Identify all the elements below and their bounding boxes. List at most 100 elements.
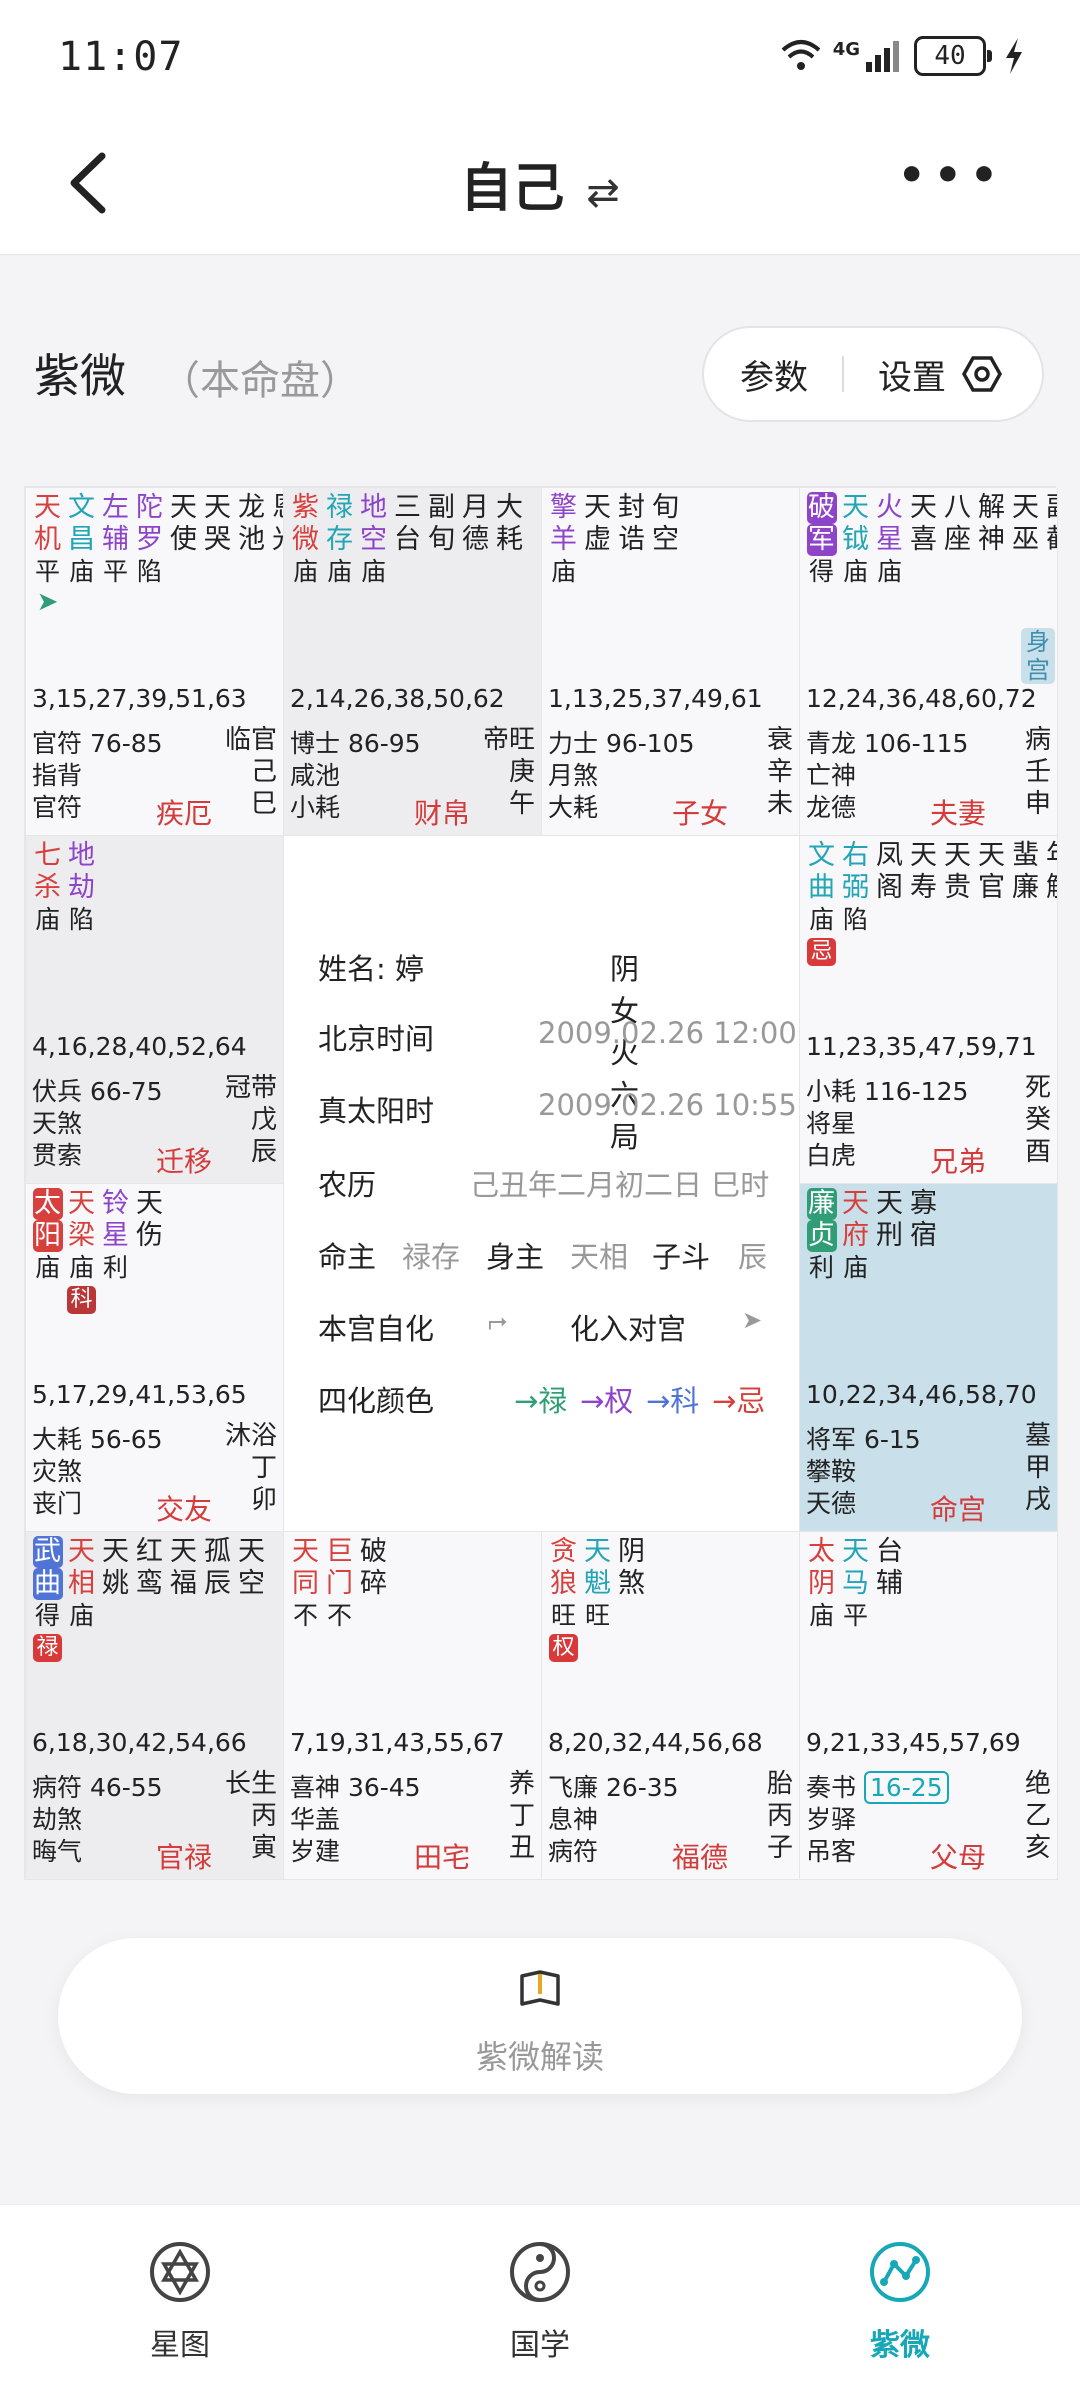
palace-name[interactable]: 田宅 — [414, 1836, 470, 1876]
hua-quan-color: →权 — [580, 1384, 634, 1418]
opp-hua-icon[interactable]: ➤ — [742, 1306, 762, 1334]
palace-cell[interactable]: 贪狼旺权天魁旺阴煞 8,20,32,44,56,68 飞廉 26-35 息神 病符 胎丙子… — [542, 1532, 800, 1880]
star[interactable]: 陀罗陷 — [134, 492, 165, 616]
star[interactable]: 寡宿 — [908, 1188, 939, 1284]
star[interactable]: 天官 — [976, 840, 1007, 966]
star[interactable]: 地劫陷 — [66, 840, 97, 936]
star[interactable]: 左辅平 — [100, 492, 131, 616]
star[interactable]: 年解 — [1044, 840, 1057, 966]
star[interactable]: 天刑 — [874, 1188, 905, 1284]
more-menu-icon[interactable]: ••• — [898, 150, 1006, 201]
palace-name[interactable]: 疾厄 — [156, 792, 212, 832]
star[interactable]: 紫微庙 — [290, 492, 321, 588]
star[interactable]: 龙池 — [236, 492, 267, 616]
star[interactable]: 副旬 — [426, 492, 457, 588]
palace-cell[interactable]: 擎羊庙天虚封诰旬空 1,13,25,37,49,61 力士 96-105 月煞 大耗衰辛… — [542, 488, 800, 836]
star[interactable]: 天贵 — [942, 840, 973, 966]
star[interactable]: 七杀庙 — [32, 840, 63, 936]
palace-cell[interactable]: 廉贞利天府庙天刑寡宿 10,22,34,46,58,70 将军 6-15 攀鞍 天德 墓甲… — [800, 1184, 1058, 1532]
star[interactable]: 八座 — [942, 492, 973, 588]
star[interactable]: 天福 — [168, 1536, 199, 1662]
star[interactable]: 贪狼旺权 — [548, 1536, 579, 1662]
star[interactable]: 天梁庙科 — [66, 1188, 97, 1314]
star[interactable]: 恩光 — [270, 492, 283, 616]
star[interactable]: 阴煞 — [616, 1536, 647, 1662]
star[interactable]: 蜚廉 — [1010, 840, 1041, 966]
tab-guoxue[interactable]: 国学 — [440, 2240, 640, 2364]
star[interactable]: 凤阁 — [874, 840, 905, 966]
star[interactable]: 台辅 — [874, 1536, 905, 1632]
star[interactable]: 太阳庙 — [32, 1188, 63, 1314]
palace-name[interactable]: 福德 — [672, 1836, 728, 1876]
palace-name[interactable]: 官禄 — [156, 1836, 212, 1876]
palace-cell[interactable]: 文曲庙忌右弼陷凤阁天寿天贵天官蜚廉年解 11,23,35,47,59,71 小耗 1… — [800, 836, 1058, 1184]
star[interactable]: 天伤 — [134, 1188, 165, 1314]
settings-button[interactable]: 设置 — [878, 350, 946, 399]
star[interactable]: 大耗 — [494, 492, 525, 588]
star[interactable]: 破军得 — [806, 492, 837, 588]
star[interactable]: 天巫 — [1010, 492, 1041, 588]
palace-cell[interactable]: 太阳庙天梁庙科铃星利天伤 5,17,29,41,53,65 大耗 56-65 灾煞 丧门… — [26, 1184, 284, 1532]
star[interactable]: 文曲庙忌 — [806, 840, 837, 966]
star[interactable]: 擎羊庙 — [548, 492, 579, 588]
star[interactable]: 太阴庙 — [806, 1536, 837, 1632]
star[interactable]: 天相庙 — [66, 1536, 97, 1662]
palace-name[interactable]: 兄弟 — [930, 1140, 986, 1180]
star[interactable]: 天姚 — [100, 1536, 131, 1662]
star[interactable]: 解神 — [976, 492, 1007, 588]
star[interactable]: 右弼陷 — [840, 840, 871, 966]
signal-icon — [866, 41, 899, 72]
tab-star-map[interactable]: 星图 — [80, 2240, 280, 2364]
star[interactable]: 三台 — [392, 492, 423, 588]
star[interactable]: 地空庙 — [358, 492, 389, 588]
palace-cell[interactable]: 天同不巨门不破碎 7,19,31,43,55,67 喜神 36-45 华盖 岁建 养丁丑田… — [284, 1532, 542, 1880]
star[interactable]: 廉贞利 — [806, 1188, 837, 1284]
star[interactable]: 巨门不 — [324, 1536, 355, 1632]
star[interactable]: 天空 — [236, 1536, 267, 1662]
star[interactable]: 封诰 — [616, 492, 647, 588]
palace-name[interactable]: 财帛 — [414, 792, 470, 832]
star[interactable]: 天使 — [168, 492, 199, 616]
star[interactable]: 月德 — [460, 492, 491, 588]
palace-cell[interactable]: 七杀庙地劫陷 4,16,28,40,52,64 伏兵 66-75 天煞 贯索 冠带戊辰迁移 — [26, 836, 284, 1184]
star[interactable]: 孤辰 — [202, 1536, 233, 1662]
settings-gear-icon[interactable] — [962, 354, 1002, 394]
palace-cell[interactable]: 紫微庙禄存庙地空庙三台副旬月德大耗 2,14,26,38,50,62 博士 86-9… — [284, 488, 542, 836]
palace-name[interactable]: 父母 — [930, 1836, 986, 1876]
star[interactable]: 天同不 — [290, 1536, 321, 1632]
star[interactable]: 火星庙 — [874, 492, 905, 588]
star[interactable]: 武曲得禄 — [32, 1536, 63, 1662]
star[interactable]: 天虚 — [582, 492, 613, 588]
star[interactable]: 破碎 — [358, 1536, 389, 1632]
palace-cell[interactable]: 太阴庙天马平台辅 9,21,33,45,57,69 奏书 16-25 岁驿 吊客 绝乙亥父… — [800, 1532, 1058, 1880]
palace-name[interactable]: 交友 — [156, 1488, 212, 1528]
palace-name[interactable]: 命宫 — [930, 1488, 986, 1528]
self-hua-icon[interactable]: ⮣ — [488, 1306, 507, 1334]
palace-cell[interactable]: 破军得天钺庙火星庙天喜八座解神天巫副截身宫12,24,36,48,60,72 青龙… — [800, 488, 1058, 836]
star[interactable]: 天哭 — [202, 492, 233, 616]
star[interactable]: 天钺庙 — [840, 492, 871, 588]
palace-name[interactable]: 迁移 — [156, 1140, 212, 1180]
tab-ziwei[interactable]: 紫微 — [800, 2240, 1000, 2364]
star[interactable]: 天府庙 — [840, 1188, 871, 1284]
palace-cell[interactable]: 武曲得禄天相庙天姚红鸾天福孤辰天空 6,18,30,42,54,66 病符 46-5… — [26, 1532, 284, 1880]
page-title[interactable]: 自己 — [460, 159, 564, 219]
star[interactable]: 禄存庙 — [324, 492, 355, 588]
params-button[interactable]: 参数 — [740, 350, 808, 399]
palace-cell[interactable]: 天机平➤文昌庙左辅平陀罗陷天使天哭龙池恩光 3,15,27,39,51,63 官符 … — [26, 488, 284, 836]
star[interactable]: 文昌庙 — [66, 492, 97, 616]
star[interactable]: 天机平 ➤ — [32, 492, 63, 616]
palace-name[interactable]: 子女 — [672, 792, 728, 832]
palace-name[interactable]: 夫妻 — [930, 792, 986, 832]
ziwei-interpretation-label[interactable]: 紫微解读 — [0, 2032, 1080, 2078]
star[interactable]: 天寿 — [908, 840, 939, 966]
star[interactable]: 天马平 — [840, 1536, 871, 1632]
swap-icon[interactable]: ⇄ — [586, 170, 620, 216]
star[interactable]: 旬空 — [650, 492, 681, 588]
star[interactable]: 铃星利 — [100, 1188, 131, 1314]
book-icon[interactable] — [516, 1964, 564, 2012]
star[interactable]: 天魁旺 — [582, 1536, 613, 1662]
star[interactable]: 副截 — [1044, 492, 1057, 588]
star[interactable]: 天喜 — [908, 492, 939, 588]
star[interactable]: 红鸾 — [134, 1536, 165, 1662]
